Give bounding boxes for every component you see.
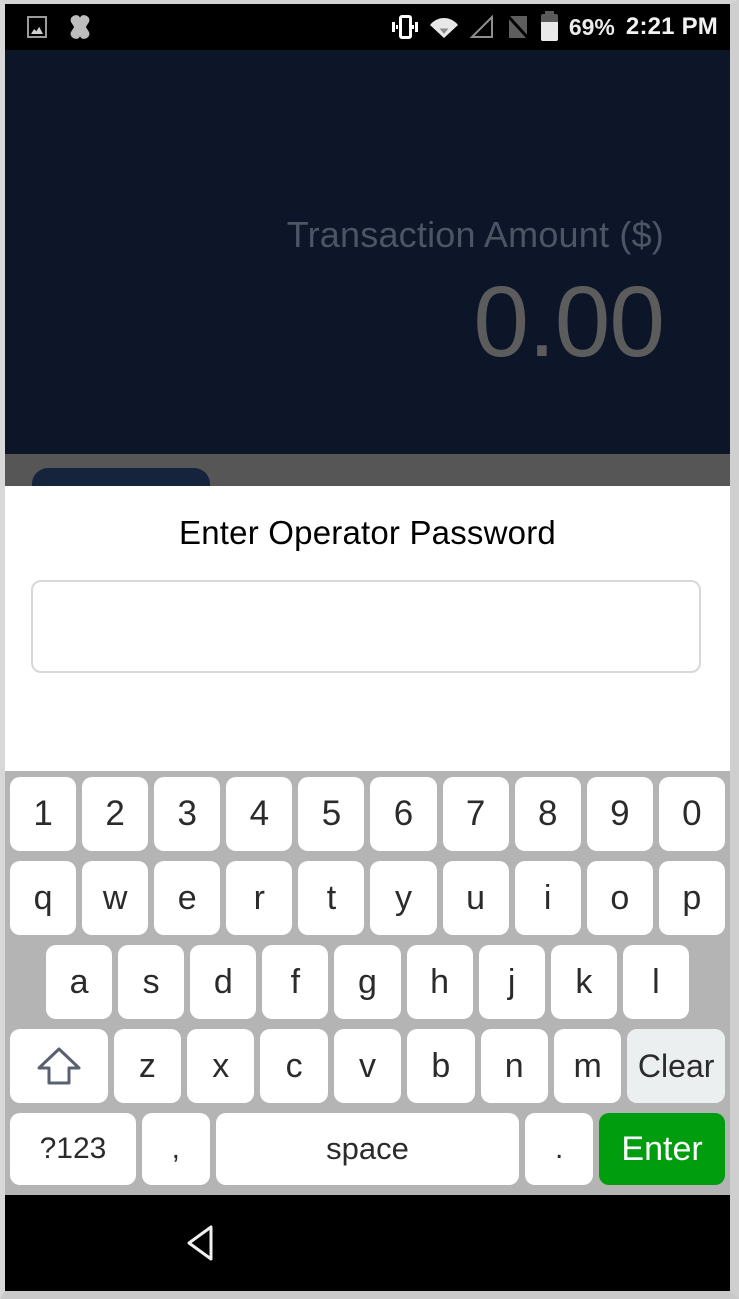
shift-arrow-icon bbox=[35, 1044, 83, 1088]
battery-percent-label: 69% bbox=[568, 13, 615, 40]
keyboard-row-asdf: a s d f g h j k l bbox=[5, 945, 730, 1019]
vibrate-icon bbox=[391, 14, 419, 40]
clear-key[interactable]: Clear bbox=[627, 1029, 725, 1103]
signal-icon bbox=[469, 14, 495, 39]
key-2[interactable]: 2 bbox=[82, 777, 149, 851]
transaction-panel: Transaction Amount ($) 0.00 bbox=[5, 50, 730, 454]
clock-label: 2:21 PM bbox=[625, 13, 718, 40]
transaction-amount-label: Transaction Amount ($) bbox=[286, 214, 664, 255]
status-bar-left-icons bbox=[27, 14, 93, 40]
key-9[interactable]: 9 bbox=[586, 777, 653, 851]
period-key[interactable]: . bbox=[525, 1113, 594, 1185]
dialog-title: Enter Operator Password bbox=[179, 514, 556, 551]
operator-password-input[interactable] bbox=[31, 580, 701, 673]
key-x[interactable]: x bbox=[187, 1029, 255, 1103]
key-i[interactable]: i bbox=[514, 861, 581, 935]
key-1[interactable]: 1 bbox=[10, 777, 77, 851]
enter-key[interactable]: Enter bbox=[599, 1113, 726, 1185]
key-5[interactable]: 5 bbox=[298, 777, 365, 851]
keyboard-row-qwerty: q w e r t y u i o p bbox=[5, 861, 730, 935]
status-bar: 69% 2:21 PM bbox=[5, 4, 730, 50]
transaction-amount-value: 0.00 bbox=[473, 266, 665, 378]
key-p[interactable]: p bbox=[658, 861, 725, 935]
battery-icon bbox=[540, 10, 558, 41]
image-icon bbox=[27, 16, 47, 38]
key-a[interactable]: a bbox=[46, 945, 113, 1019]
key-k[interactable]: k bbox=[550, 945, 617, 1019]
operator-password-dialog: Enter Operator Password bbox=[5, 486, 730, 771]
key-y[interactable]: y bbox=[370, 861, 437, 935]
key-h[interactable]: h bbox=[406, 945, 473, 1019]
key-d[interactable]: d bbox=[190, 945, 257, 1019]
key-n[interactable]: n bbox=[480, 1029, 548, 1103]
key-z[interactable]: z bbox=[113, 1029, 182, 1103]
phone-screen: 69% 2:21 PM Transaction Amount ($) 0.00 … bbox=[0, 0, 739, 1299]
keyboard-row-zxcv: z x c v b n m Clear bbox=[5, 1029, 730, 1103]
key-f[interactable]: f bbox=[262, 945, 329, 1019]
soft-keyboard: 1 2 3 4 5 6 7 8 9 0 q w e r t y u i o p … bbox=[5, 771, 730, 1195]
key-c[interactable]: c bbox=[260, 1029, 328, 1103]
symbols-key[interactable]: ?123 bbox=[10, 1113, 136, 1185]
navigation-bar bbox=[5, 1195, 730, 1291]
key-8[interactable]: 8 bbox=[514, 777, 581, 851]
key-7[interactable]: 7 bbox=[442, 777, 509, 851]
key-g[interactable]: g bbox=[334, 945, 401, 1019]
key-0[interactable]: 0 bbox=[658, 777, 725, 851]
keyboard-row-bottom: ?123 , space . Enter bbox=[5, 1113, 730, 1185]
key-3[interactable]: 3 bbox=[154, 777, 221, 851]
no-sim-icon bbox=[505, 13, 530, 41]
key-j[interactable]: j bbox=[478, 945, 545, 1019]
wifi-icon bbox=[429, 16, 458, 38]
x-shape-icon bbox=[67, 14, 93, 40]
key-l[interactable]: l bbox=[622, 945, 689, 1019]
key-w[interactable]: w bbox=[82, 861, 149, 935]
key-4[interactable]: 4 bbox=[226, 777, 293, 851]
key-m[interactable]: m bbox=[553, 1029, 622, 1103]
shift-key[interactable] bbox=[10, 1029, 108, 1103]
comma-key[interactable]: , bbox=[141, 1113, 210, 1185]
key-e[interactable]: e bbox=[154, 861, 221, 935]
key-q[interactable]: q bbox=[10, 861, 77, 935]
key-r[interactable]: r bbox=[226, 861, 293, 935]
key-s[interactable]: s bbox=[118, 945, 185, 1019]
back-button[interactable] bbox=[181, 1221, 225, 1265]
space-key[interactable]: space bbox=[215, 1113, 520, 1185]
key-u[interactable]: u bbox=[442, 861, 509, 935]
key-6[interactable]: 6 bbox=[370, 777, 437, 851]
key-v[interactable]: v bbox=[333, 1029, 402, 1103]
keyboard-row-numbers: 1 2 3 4 5 6 7 8 9 0 bbox=[5, 777, 730, 851]
key-t[interactable]: t bbox=[298, 861, 365, 935]
status-bar-right-icons: 69% 2:21 PM bbox=[391, 10, 718, 41]
key-b[interactable]: b bbox=[407, 1029, 475, 1103]
key-o[interactable]: o bbox=[586, 861, 653, 935]
